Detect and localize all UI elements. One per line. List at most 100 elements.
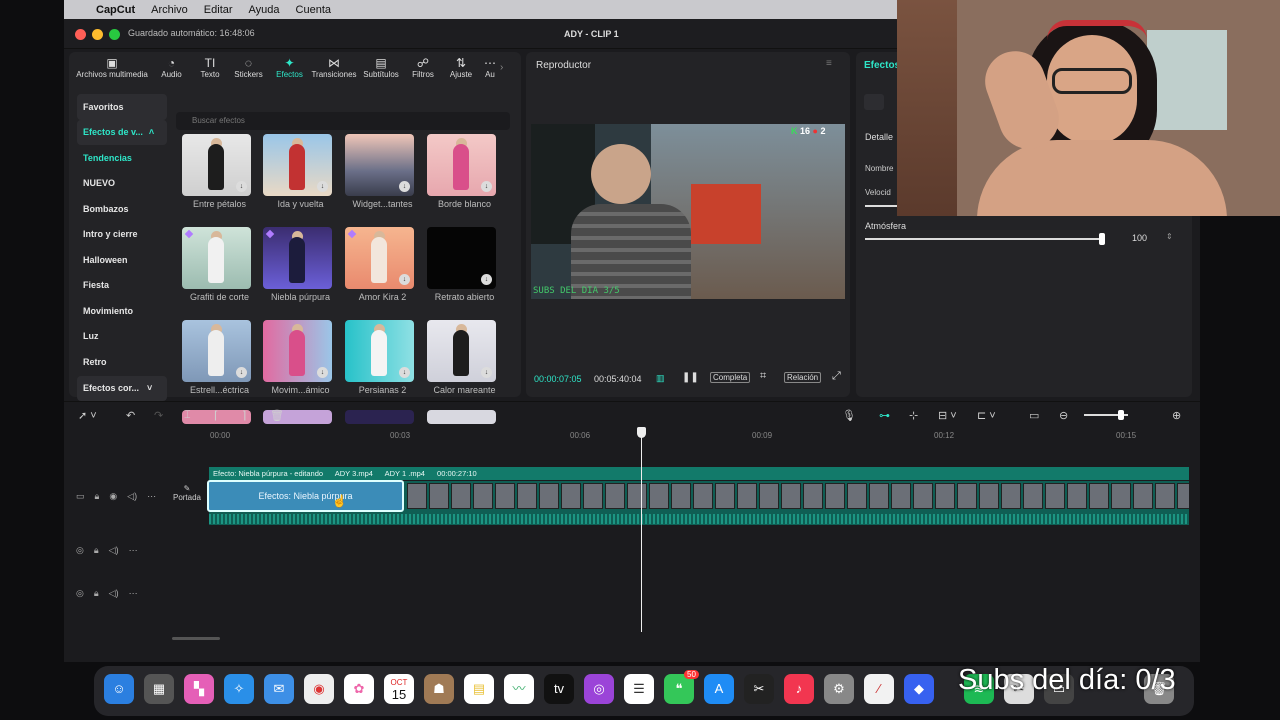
speaker-icon[interactable]: ◁) [109, 545, 119, 556]
effect-clip[interactable]: Efectos: Niebla púrpura [207, 480, 404, 512]
more-icon[interactable]: ⋯ [147, 491, 156, 502]
horizontal-scrollbar[interactable] [172, 637, 220, 640]
close-window-button[interactable] [75, 29, 86, 40]
minimize-window-button[interactable] [92, 29, 103, 40]
screenshot-icon[interactable]: ⌗ [760, 370, 766, 383]
zoom-slider-handle[interactable] [1118, 410, 1124, 420]
fullscreen-icon[interactable]: ⤢ [832, 370, 841, 383]
effect-card[interactable]: ↓ Entre pétalos [182, 134, 264, 209]
effect-card[interactable]: ↓ Estrell...éctrica [182, 320, 264, 395]
category-halloween[interactable]: Halloween [77, 247, 167, 273]
stepper-icon[interactable]: ⇕ [1166, 232, 1173, 241]
speaker-icon[interactable]: ◁) [109, 588, 119, 599]
link-icon[interactable]: ⊹ [909, 409, 918, 422]
more-icon[interactable]: ⋯ [129, 588, 138, 599]
effect-card[interactable]: Niebla púrpura [263, 227, 345, 302]
clip-header[interactable]: Efecto: Niebla púrpura - editando ADY 3.… [209, 467, 1189, 480]
lock-icon[interactable]: 🔒︎ [95, 491, 100, 502]
app-store-icon[interactable]: A [704, 674, 734, 704]
search-input[interactable]: Buscar efectos [176, 112, 510, 130]
freeform-icon[interactable]: 〰 [504, 674, 534, 704]
category-retro[interactable]: Retro [77, 349, 167, 375]
aspect-ratio-button[interactable]: Relación [784, 372, 822, 383]
app-menu[interactable]: CapCut [96, 4, 135, 16]
download-icon[interactable]: ↓ [317, 181, 328, 192]
eye-icon[interactable]: ◉ [109, 491, 117, 502]
menu-archivo[interactable]: Archivo [151, 4, 188, 16]
category-fiesta[interactable]: Fiesta [77, 273, 167, 299]
settings-icon[interactable]: ⚙ [824, 674, 854, 704]
snap-icon[interactable]: ⊏ ˅ [977, 409, 996, 422]
category-efectos-video[interactable]: Efectos de v... ˄ [77, 119, 167, 145]
atmosphere-value[interactable]: 100 [1132, 233, 1147, 243]
pause-icon[interactable]: ❚❚ [682, 372, 699, 383]
download-icon[interactable]: ↓ [481, 181, 492, 192]
effect-card[interactable]: ↓ Movim...ámico [263, 320, 345, 395]
menu-editar[interactable]: Editar [204, 4, 233, 16]
redo-icon[interactable]: ↷ [154, 409, 163, 422]
safari-icon[interactable]: ✧ [224, 674, 254, 704]
category-movimiento[interactable]: Movimiento [77, 298, 167, 324]
full-quality-button[interactable]: Completa [710, 372, 751, 383]
category-bombazos[interactable]: Bombazos [77, 196, 167, 222]
launchpad-icon[interactable]: ▚ [184, 674, 214, 704]
effect-card[interactable]: ↓ Widget...tantes [345, 134, 427, 209]
calculator-icon[interactable]: ▦ [144, 674, 174, 704]
music-icon[interactable]: ♪ [784, 674, 814, 704]
atmosphere-slider-handle[interactable] [1099, 233, 1105, 245]
tab-stickers[interactable]: ◌ Stickers [228, 52, 269, 82]
speed-slider[interactable] [865, 205, 897, 207]
lock-icon[interactable]: 🔒︎ [94, 545, 99, 556]
category-nuevo[interactable]: NUEVO [77, 171, 167, 197]
zoom-window-button[interactable] [109, 29, 120, 40]
download-icon[interactable]: ↓ [481, 274, 492, 285]
tab-more[interactable]: ⋯ Au [480, 52, 500, 82]
tab-filters[interactable]: ☍ Filtros [404, 52, 442, 82]
finder-icon[interactable]: ☺ [104, 674, 134, 704]
menu-cuenta[interactable]: Cuenta [296, 4, 331, 16]
magnet-icon[interactable]: ⊶ [879, 409, 890, 422]
chevron-right-icon[interactable]: › [500, 52, 512, 82]
category-tendencias[interactable]: Tendencias [77, 145, 167, 171]
effect-card[interactable]: Grafiti de corte [182, 227, 264, 302]
roblox-icon[interactable]: ◆ [904, 674, 934, 704]
more-icon[interactable]: ⋯ [129, 545, 138, 556]
split-icon[interactable]: ⌶ [184, 409, 191, 422]
contacts-icon[interactable]: ☗ [424, 674, 454, 704]
lock-icon[interactable]: 🔒︎ [94, 588, 99, 599]
playhead[interactable] [641, 427, 642, 632]
delete-icon[interactable]: 🗑 [270, 409, 284, 422]
capcut-icon[interactable]: ✂ [744, 674, 774, 704]
microphone-icon[interactable]: 🎙 [842, 409, 856, 422]
tab-subtitles[interactable]: ▤ Subtítulos [358, 52, 404, 82]
effect-card[interactable]: ↓ Calor mareante [427, 320, 502, 395]
reminders-icon[interactable]: ☰ [624, 674, 654, 704]
tab-adjust[interactable]: ⇅ Ajuste [442, 52, 480, 82]
notes-icon[interactable]: ▤ [464, 674, 494, 704]
zoom-out-icon[interactable]: ⊖ [1059, 409, 1068, 422]
undo-icon[interactable]: ↶ [126, 409, 135, 422]
tab-effects[interactable]: ✦ Efectos [269, 52, 310, 82]
download-icon[interactable]: ↓ [481, 367, 492, 378]
tab-transitions[interactable]: ⋈ Transiciones [310, 52, 358, 82]
chrome-icon[interactable]: ◉ [304, 674, 334, 704]
effect-card[interactable]: ↓ Ida y vuelta [263, 134, 345, 209]
category-favoritos[interactable]: Favoritos [77, 94, 167, 120]
download-icon[interactable]: ↓ [399, 181, 410, 192]
playhead-handle[interactable] [637, 427, 646, 438]
category-luz[interactable]: Luz [77, 324, 167, 350]
video-preview[interactable]: K 16 ● 2 SUBS DEL DIA 3/5 [531, 124, 845, 299]
podcasts-icon[interactable]: ◎ [584, 674, 614, 704]
tab-text[interactable]: TI Texto [192, 52, 228, 82]
zoom-in-icon[interactable]: ⊕ [1172, 409, 1181, 422]
calendar-icon[interactable]: OCT 15 [384, 674, 414, 704]
split-right-icon[interactable]: ⌉ [242, 409, 246, 422]
preview-axis-icon[interactable]: ⊟ ˅ [938, 409, 957, 422]
script-editor-icon[interactable]: ∕ [864, 674, 894, 704]
mail-icon[interactable]: ✉ [264, 674, 294, 704]
download-icon[interactable]: ↓ [236, 367, 247, 378]
effect-card[interactable]: ↓ Borde blanco [427, 134, 502, 209]
atmosphere-slider[interactable] [865, 238, 1103, 240]
effect-card[interactable]: ↓ Amor Kira 2 [345, 227, 427, 302]
photos-icon[interactable]: ✿ [344, 674, 374, 704]
